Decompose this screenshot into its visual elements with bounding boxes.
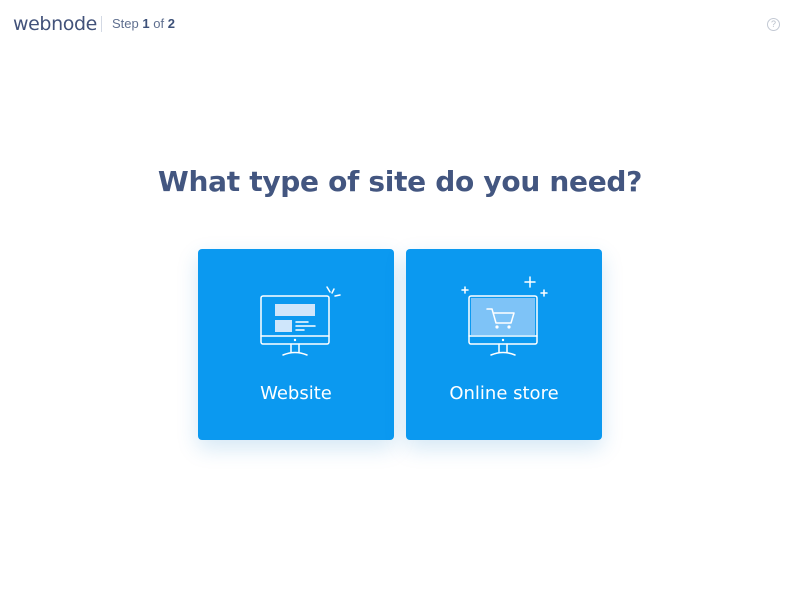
- header-divider: [101, 16, 102, 32]
- monitor-shopping-cart-icon: [461, 276, 548, 356]
- step-indicator: Step 1 of 2: [112, 16, 175, 32]
- step-prefix: Step: [112, 16, 139, 31]
- top-bar: webnode Step 1 of 2 ?: [0, 0, 800, 48]
- online-store-option-card[interactable]: Online store: [406, 249, 602, 440]
- monitor-website-icon: [260, 286, 341, 356]
- website-option-card[interactable]: Website: [198, 249, 394, 440]
- webnode-logo[interactable]: webnode: [13, 12, 97, 36]
- website-option-label: Website: [260, 383, 332, 404]
- online-store-option-label: Online store: [449, 383, 559, 404]
- step-of: of: [153, 16, 165, 31]
- step-total: 2: [167, 16, 175, 31]
- page-title: What type of site do you need?: [157, 165, 643, 198]
- step-current: 1: [142, 16, 150, 31]
- help-icon[interactable]: ?: [767, 18, 780, 31]
